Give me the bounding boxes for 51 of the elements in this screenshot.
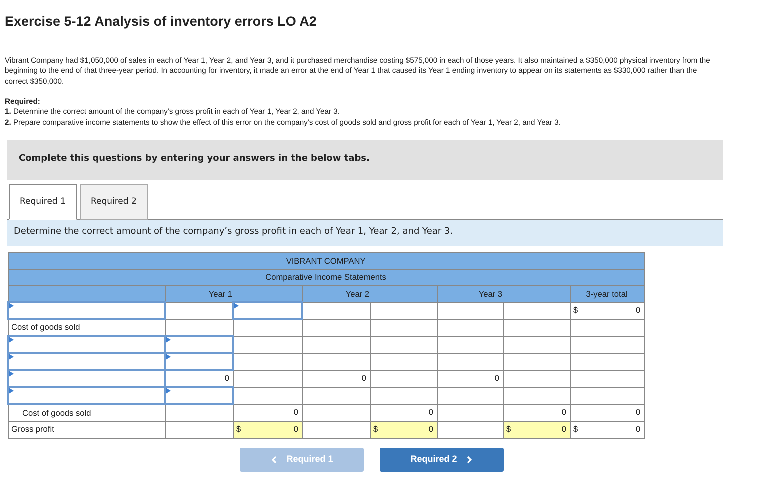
cell-value: 0	[636, 305, 641, 316]
dropdown-marker-icon	[166, 388, 171, 394]
row-label: Cost of goods sold	[8, 404, 165, 422]
dropdown-marker-icon	[9, 388, 14, 394]
column-header: Year 1	[165, 286, 233, 302]
input-field[interactable]	[165, 387, 233, 404]
instruction-banner: Complete this questions by entering your answers in the below tabs.	[7, 140, 723, 180]
input-field[interactable]	[8, 387, 165, 404]
cell-value: 0	[294, 424, 298, 434]
dropdown-marker-icon	[9, 371, 14, 378]
table-title: VIBRANT COMPANY	[8, 252, 644, 270]
cell-value: 0	[562, 424, 566, 434]
input-field[interactable]	[8, 336, 165, 354]
currency-sign: $	[374, 423, 378, 436]
row-label: Cost of goods sold	[8, 319, 165, 336]
exercise-title: Exercise 5-12 Analysis of inventory errors LO A2	[5, 14, 318, 30]
cell-value: 0	[428, 424, 434, 434]
input-field[interactable]	[165, 336, 233, 354]
column-header: Year 3	[437, 286, 503, 302]
dropdown-marker-icon	[9, 337, 14, 344]
table-cell: 0	[503, 404, 570, 422]
dropdown-marker-icon	[9, 354, 14, 360]
row-label: Gross profit	[8, 421, 165, 438]
table-cell: 0	[370, 404, 437, 422]
column-header: 3-year total	[570, 286, 644, 302]
dropdown-marker-icon	[9, 303, 14, 310]
table-cell: 0	[437, 370, 503, 388]
tab[interactable]: Required 1	[9, 184, 77, 220]
table-subtitle: Comparative Income Statements	[8, 269, 644, 286]
question-prompt: Determine the correct amount of the company’s gross profit in each of Year 1, Year 2, and Year 3.	[7, 220, 723, 246]
chevron-right-icon	[467, 456, 474, 464]
input-field[interactable]	[8, 302, 165, 320]
table-cell: 0	[233, 404, 302, 422]
dropdown-marker-icon	[166, 337, 171, 344]
dropdown-marker-icon	[166, 354, 171, 360]
chevron-left-icon	[270, 456, 277, 464]
input-field[interactable]	[8, 370, 165, 388]
dropdown-marker-icon	[234, 303, 239, 310]
currency-sign: $	[236, 423, 242, 436]
cell-value: 0	[636, 424, 641, 434]
table-cell: 0	[570, 404, 644, 422]
input-field[interactable]	[233, 302, 302, 320]
table-cell: 0	[302, 370, 370, 388]
currency-sign: $	[574, 423, 578, 436]
currency-sign: $	[506, 423, 512, 436]
currency-sign: $	[574, 304, 578, 317]
nav-button[interactable]: Required 2	[380, 448, 504, 472]
tab[interactable]: Required 2	[80, 184, 148, 220]
input-field[interactable]	[8, 353, 165, 370]
column-header: Year 2	[302, 286, 370, 302]
input-field[interactable]	[165, 353, 233, 370]
